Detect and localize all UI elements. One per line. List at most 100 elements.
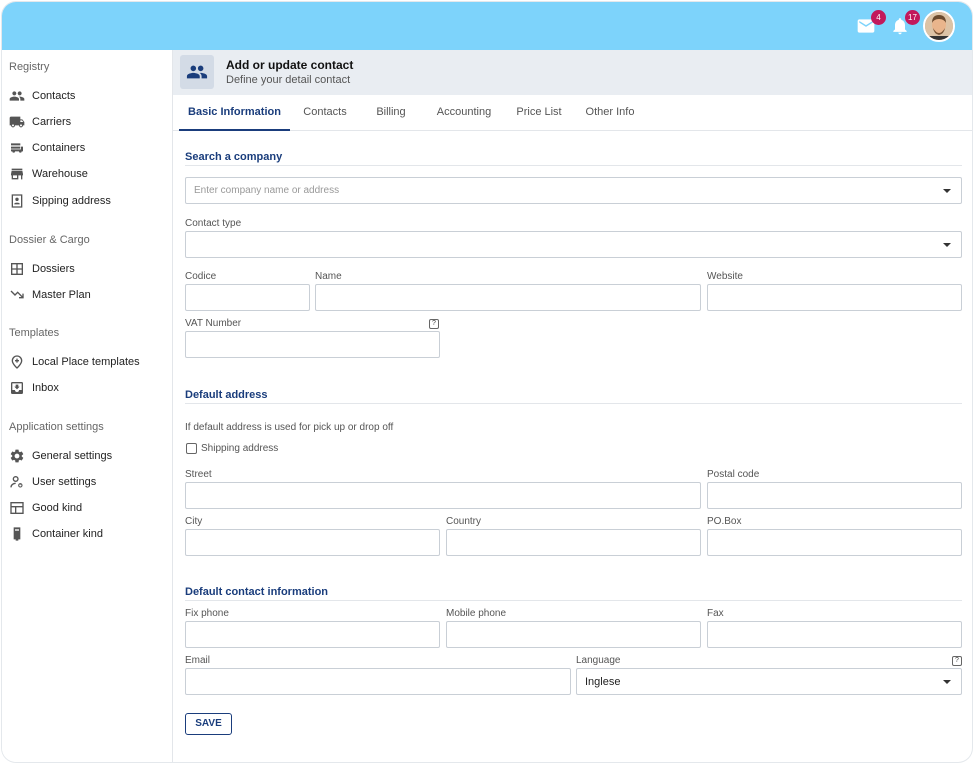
street-input[interactable] bbox=[185, 482, 701, 509]
tab-contacts[interactable]: Contacts bbox=[292, 98, 358, 131]
dossier-icon bbox=[11, 263, 23, 275]
people-icon bbox=[186, 65, 208, 79]
city-label: City bbox=[185, 516, 203, 527]
company-search-placeholder: Enter company name or address bbox=[194, 185, 340, 196]
contacts-icon bbox=[9, 91, 25, 101]
sidebar-item-dossiers[interactable]: Dossiers bbox=[9, 259, 75, 279]
chevron-down-icon bbox=[943, 243, 951, 247]
section-search-company-title: Search a company bbox=[185, 151, 283, 163]
shipping-address-label: Shipping address bbox=[201, 443, 279, 454]
country-input[interactable] bbox=[446, 529, 701, 556]
sidebar-item-label: Containers bbox=[32, 142, 86, 154]
codice-label: Codice bbox=[185, 271, 217, 282]
chevron-down-icon bbox=[943, 189, 951, 193]
sidebar-item-containers[interactable]: Containers bbox=[9, 138, 85, 158]
container-icon bbox=[11, 143, 23, 153]
sidebar-item-inbox[interactable]: Inbox bbox=[9, 378, 59, 398]
mobile-phone-input[interactable] bbox=[446, 621, 701, 648]
sidebar-item-local-place-templates[interactable]: Local Place templates bbox=[9, 352, 140, 372]
pobox-input[interactable] bbox=[707, 529, 962, 556]
sidebar-item-label: Warehouse bbox=[32, 168, 88, 180]
sidebar-item-contacts[interactable]: Contacts bbox=[9, 86, 75, 106]
fax-input[interactable] bbox=[707, 621, 962, 648]
email-label: Email bbox=[185, 655, 211, 666]
page-title: Add or update contact bbox=[226, 58, 354, 72]
postal-code-input[interactable] bbox=[707, 482, 962, 509]
sidebar-item-label: Local Place templates bbox=[32, 356, 140, 368]
company-search-select[interactable]: Enter company name or address bbox=[185, 177, 962, 204]
user-avatar[interactable] bbox=[923, 10, 955, 42]
divider bbox=[185, 600, 962, 601]
tab-other-info[interactable]: Other Info bbox=[577, 98, 643, 131]
tab-billing[interactable]: Billing bbox=[365, 98, 417, 131]
sidebar-item-container-kind[interactable]: Container kind bbox=[9, 524, 103, 544]
fix-phone-label: Fix phone bbox=[185, 608, 229, 619]
main-content: Add or update contact Define your detail… bbox=[173, 50, 972, 762]
notifications-button[interactable]: 17 bbox=[890, 10, 920, 38]
sidebar-section-registry: Registry bbox=[9, 61, 50, 73]
divider bbox=[185, 403, 962, 404]
language-value: Inglese bbox=[585, 675, 621, 688]
address-icon bbox=[11, 194, 23, 208]
sidebar-item-label: Sipping address bbox=[32, 195, 111, 207]
sidebar-item-warehouse[interactable]: Warehouse bbox=[9, 164, 88, 184]
fix-phone-input[interactable] bbox=[185, 621, 440, 648]
page-subtitle: Define your detail contact bbox=[226, 74, 351, 86]
mobile-phone-label: Mobile phone bbox=[446, 608, 507, 619]
street-label: Street bbox=[185, 469, 212, 480]
tab-bar: Basic Information Contacts Billing Accou… bbox=[173, 98, 972, 131]
sidebar-item-label: Master Plan bbox=[32, 289, 91, 301]
top-bar: 4 17 bbox=[2, 2, 972, 50]
container-kind-icon bbox=[13, 527, 21, 541]
sidebar-item-label: Good kind bbox=[32, 502, 83, 514]
email-input[interactable] bbox=[185, 668, 571, 695]
sidebar-item-label: Carriers bbox=[32, 116, 72, 128]
app-window: 4 17 Registry Contacts Carriers Containe… bbox=[2, 2, 972, 762]
language-select[interactable]: Inglese bbox=[576, 668, 962, 695]
mail-button[interactable]: 4 bbox=[856, 10, 886, 38]
notifications-badge: 17 bbox=[905, 10, 920, 25]
city-input[interactable] bbox=[185, 529, 440, 556]
sidebar-item-user-settings[interactable]: User settings bbox=[9, 472, 96, 492]
pobox-label: PO.Box bbox=[707, 516, 742, 527]
help-icon[interactable]: ? bbox=[952, 656, 962, 666]
tab-price-list[interactable]: Price List bbox=[510, 98, 568, 131]
page-header: Add or update contact Define your detail… bbox=[173, 50, 972, 95]
sidebar-item-carriers[interactable]: Carriers bbox=[9, 112, 71, 132]
divider bbox=[185, 165, 962, 166]
help-icon[interactable]: ? bbox=[429, 319, 439, 329]
user-settings-icon bbox=[10, 475, 23, 488]
name-input[interactable] bbox=[315, 284, 701, 311]
vat-label: VAT Number bbox=[185, 318, 242, 329]
tab-basic-information[interactable]: Basic Information bbox=[179, 98, 290, 131]
default-address-note: If default address is used for pick up o… bbox=[185, 422, 394, 433]
tab-accounting[interactable]: Accounting bbox=[427, 98, 501, 131]
sidebar-section-application-settings: Application settings bbox=[9, 421, 104, 433]
mail-badge: 4 bbox=[871, 10, 886, 25]
save-button[interactable]: SAVE bbox=[185, 713, 232, 735]
sidebar-item-master-plan[interactable]: Master Plan bbox=[9, 285, 91, 305]
warehouse-icon bbox=[11, 168, 23, 180]
sidebar-item-label: Inbox bbox=[32, 382, 59, 394]
gear-icon bbox=[10, 449, 24, 463]
avatar-photo bbox=[925, 12, 953, 40]
contact-type-label: Contact type bbox=[185, 218, 242, 229]
sidebar-section-dossier-cargo: Dossier & Cargo bbox=[9, 234, 90, 246]
shipping-address-checkbox[interactable] bbox=[186, 443, 197, 454]
sidebar-item-label: General settings bbox=[32, 450, 113, 462]
sidebar-item-good-kind[interactable]: Good kind bbox=[9, 498, 82, 518]
codice-input[interactable] bbox=[185, 284, 310, 311]
inbox-icon bbox=[11, 382, 23, 394]
truck-icon bbox=[9, 116, 25, 128]
section-contact-info-title: Default contact information bbox=[185, 586, 329, 598]
sidebar-item-general-settings[interactable]: General settings bbox=[9, 446, 112, 466]
sidebar-item-sipping-address[interactable]: Sipping address bbox=[9, 191, 111, 211]
sidebar-item-label: Dossiers bbox=[32, 263, 75, 275]
contact-type-select[interactable] bbox=[185, 231, 962, 258]
language-label: Language bbox=[576, 655, 621, 666]
good-kind-icon bbox=[10, 502, 24, 514]
website-input[interactable] bbox=[707, 284, 962, 311]
vat-input[interactable] bbox=[185, 331, 440, 358]
page-header-icon-box bbox=[180, 55, 214, 89]
postal-code-label: Postal code bbox=[707, 469, 760, 480]
